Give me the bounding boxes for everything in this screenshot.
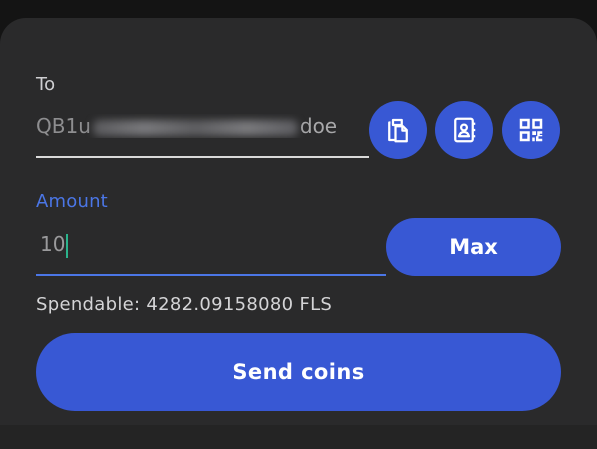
address-suffix: doe <box>299 114 338 138</box>
max-button[interactable]: Max <box>386 218 561 276</box>
clipboard-paste-icon <box>388 118 408 143</box>
paste-address-button[interactable] <box>369 101 427 159</box>
sheet-bottom-strip <box>0 425 597 449</box>
amount-label: Amount <box>36 191 108 212</box>
amount-input-value: 10 <box>40 232 69 258</box>
address-book-button[interactable] <box>435 101 493 159</box>
recipient-address-value: QB1u doe <box>36 114 369 138</box>
address-prefix: QB1u <box>36 114 91 138</box>
address-redacted-blur <box>92 119 298 136</box>
amount-input[interactable]: 10 <box>36 224 386 276</box>
amount-text: 10 <box>40 232 66 256</box>
qr-code-icon <box>519 118 543 142</box>
scan-qr-button[interactable] <box>502 101 560 159</box>
text-caret <box>66 233 69 258</box>
send-coins-button[interactable]: Send coins <box>36 333 561 411</box>
recipient-address-field[interactable]: QB1u doe <box>36 104 369 158</box>
spendable-balance: Spendable: 4282.09158080 FLS <box>36 294 333 315</box>
address-book-icon <box>454 117 476 143</box>
to-label: To <box>36 74 56 95</box>
